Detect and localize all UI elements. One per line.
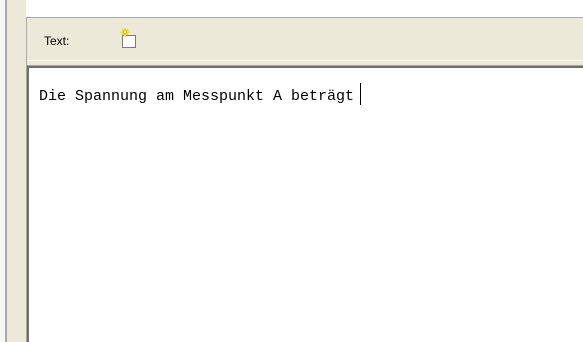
toolbar: Text: bbox=[27, 18, 583, 66]
top-strip bbox=[26, 0, 583, 17]
text-caret bbox=[360, 83, 362, 105]
left-frame-gutter bbox=[7, 0, 26, 342]
text-editor[interactable]: Die Spannung am Messpunkt A beträgt bbox=[27, 66, 583, 342]
editor-content: Die Spannung am Messpunkt A beträgt bbox=[39, 88, 355, 105]
toolbar-divider bbox=[27, 60, 583, 61]
editor-text-line: Die Spannung am Messpunkt A beträgt bbox=[39, 83, 362, 106]
text-input-window: Text: Die Spannung am Messpunkt A beträg… bbox=[0, 0, 583, 342]
toolbar-label: Text: bbox=[44, 34, 70, 48]
new-document-icon bbox=[116, 27, 142, 51]
text-panel: Text: Die Spannung am Messpunkt A beträg… bbox=[26, 17, 583, 342]
new-text-button[interactable] bbox=[116, 27, 142, 51]
